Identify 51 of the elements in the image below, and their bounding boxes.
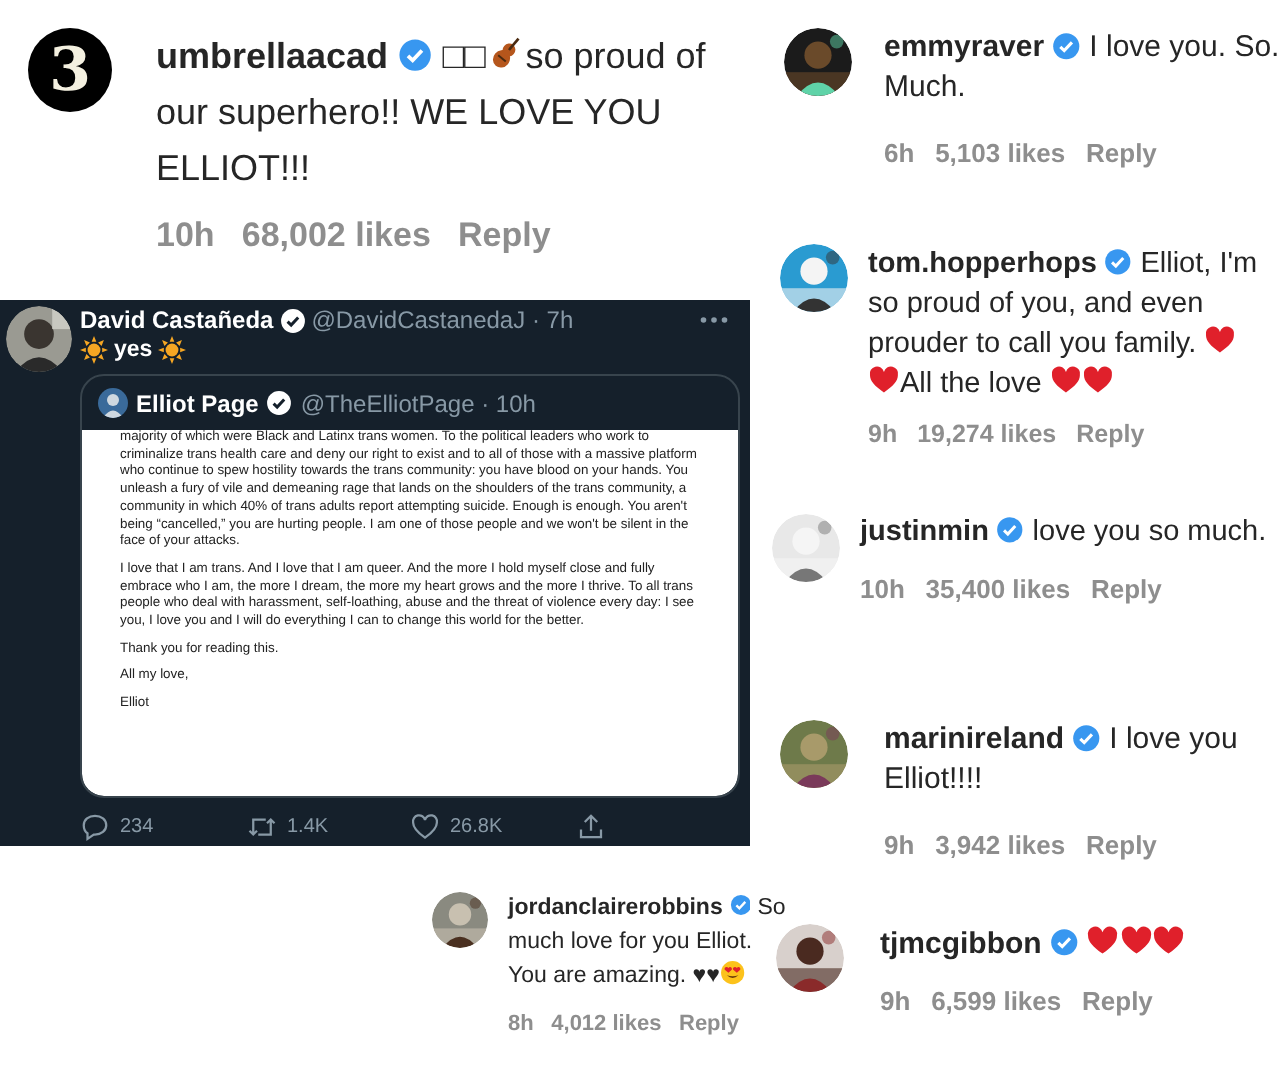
like-count: 3,942 likes xyxy=(935,829,1066,859)
sun-icon xyxy=(158,336,187,364)
retweet-icon[interactable] xyxy=(245,812,277,842)
like-count: 5,103 likes xyxy=(935,137,1066,167)
comment-time: 9h xyxy=(880,985,911,1015)
action-count: 1.4K xyxy=(287,816,329,838)
like-count: 19,274 likes xyxy=(917,420,1057,448)
username-link[interactable]: emmyraver xyxy=(884,30,1045,64)
heart-icon xyxy=(1204,324,1237,357)
comment-text: justinmin love you so much. xyxy=(860,514,1269,552)
author-handle: @DavidCastanedaJ · 7h xyxy=(311,306,574,334)
username-link[interactable]: tom.hopperhops xyxy=(868,248,1097,280)
action-count: 26.8K xyxy=(450,816,503,838)
comment-text: tom.hopperhops Elliot, I'm so proud of you, and even prouder to call you family. All the love xyxy=(868,245,1260,404)
username-link[interactable]: marinireland xyxy=(884,722,1065,756)
comment-time: 10h xyxy=(860,573,905,604)
username-link[interactable]: umbrellaacad xyxy=(156,36,389,76)
like-count: 35,400 likes xyxy=(925,573,1071,604)
comment-icon[interactable] xyxy=(80,812,110,842)
like-count: 6,599 likes xyxy=(931,985,1062,1015)
action-count: 234 xyxy=(120,816,154,838)
username-link[interactable]: tjmcgibbon xyxy=(880,926,1042,961)
tweet-text: yes xyxy=(114,338,153,362)
comment-text: umbrellaacad □□ so proud of our superhero!! WE LOVE YOU ELLIOT!!! xyxy=(156,31,708,192)
author-name: Elliot Page xyxy=(136,389,259,417)
more-icon[interactable] xyxy=(700,316,728,324)
comment-time: 10h xyxy=(156,216,215,256)
heart-icon xyxy=(1049,364,1082,397)
heart-icon xyxy=(868,364,900,397)
heart-icon xyxy=(1119,924,1153,957)
comment-time: 9h xyxy=(884,829,915,859)
like-count: 68,002 likes xyxy=(241,216,431,256)
logo-text: 3 xyxy=(49,35,91,105)
heart-eyes-emoji-icon xyxy=(719,960,746,986)
heart-icon[interactable] xyxy=(410,812,440,842)
comment-text: marinireland I love you Elliot!!!! xyxy=(884,720,1240,801)
comment-text: jordanclairerobbins So much love for you Elliot. You are amazing. ♥♥ xyxy=(508,892,788,992)
heart-icon xyxy=(1152,924,1186,957)
username-link[interactable]: jordanclairerobbins xyxy=(508,896,723,920)
heart-icon xyxy=(1086,924,1120,957)
comment-time: 6h xyxy=(884,137,915,167)
comment-text: emmyraver I love you. So. Much. xyxy=(884,28,1282,109)
sun-icon xyxy=(80,336,108,364)
comment-time: 9h xyxy=(868,420,898,448)
username-link[interactable]: justinmin xyxy=(860,516,989,548)
comment-time: 8h xyxy=(508,1012,534,1036)
author-handle: @TheElliotPage · 10h xyxy=(300,389,536,417)
author-name[interactable]: David Castañeda xyxy=(80,306,274,334)
share-icon[interactable] xyxy=(575,812,605,842)
heart-icon xyxy=(1081,364,1114,397)
like-count: 4,012 likes xyxy=(551,1012,662,1036)
